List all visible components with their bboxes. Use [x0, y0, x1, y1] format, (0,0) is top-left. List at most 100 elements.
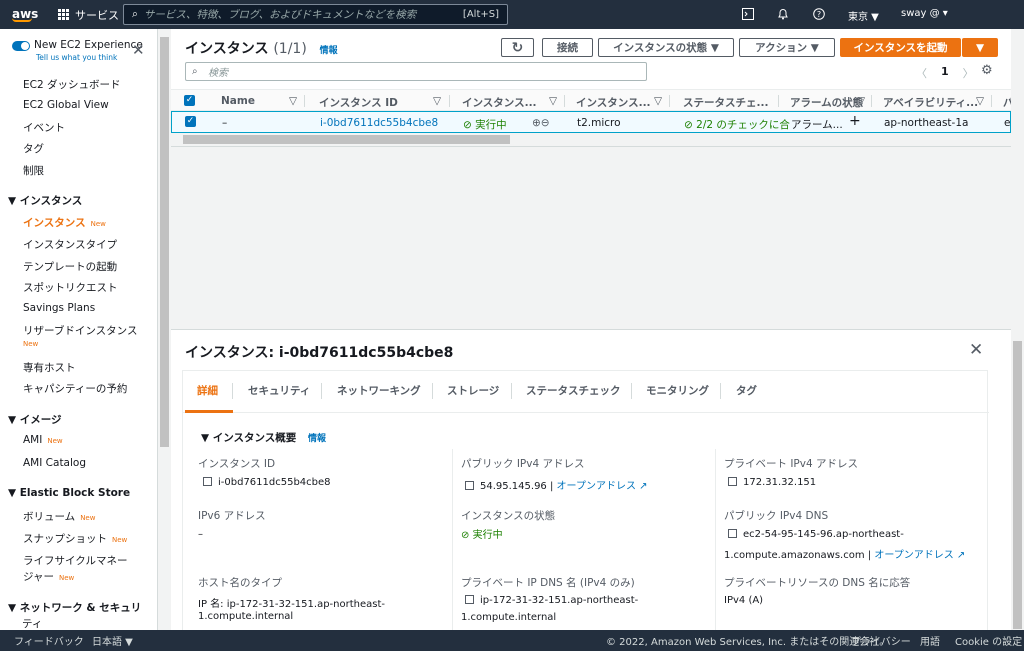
- sidebar-item-snapshots[interactable]: スナップショット New: [23, 531, 127, 546]
- sidebar-item-instances[interactable]: インスタンス New: [23, 215, 106, 230]
- gear-icon[interactable]: ⚙: [981, 63, 993, 78]
- new-experience-toggle[interactable]: [12, 41, 30, 51]
- cell-instance-id[interactable]: i-0bd7611dc55b4cbe8: [320, 117, 438, 129]
- sidebar-item-spot-requests[interactable]: スポットリクエスト: [23, 280, 118, 295]
- feedback-link[interactable]: フィードバック: [14, 633, 84, 648]
- terms-link[interactable]: 用語: [920, 633, 940, 648]
- column-name[interactable]: Name: [221, 95, 255, 107]
- sidebar-item-dashboard[interactable]: EC2 ダッシュボード: [23, 77, 120, 92]
- sidebar-item-tags[interactable]: タグ: [23, 141, 44, 156]
- tab-monitoring[interactable]: モニタリング: [646, 383, 709, 398]
- sidebar-item-instance-types[interactable]: インスタンスタイプ: [23, 237, 117, 252]
- services-menu[interactable]: サービス: [58, 7, 119, 23]
- sort-icon[interactable]: ▽: [976, 95, 984, 107]
- horizontal-scroll-thumb[interactable]: [183, 135, 510, 144]
- actions-button[interactable]: アクション ▼: [739, 38, 835, 57]
- main-scrollbar[interactable]: [1011, 29, 1024, 630]
- row-checkbox[interactable]: ✓: [185, 116, 196, 127]
- sidebar-item-global-view[interactable]: EC2 Global View: [23, 99, 109, 111]
- copy-icon[interactable]: [728, 529, 737, 538]
- instance-state-button[interactable]: インスタンスの状態 ▼: [598, 38, 734, 57]
- column-instance-id[interactable]: インスタンス ID: [319, 95, 398, 110]
- cloudshell-icon[interactable]: [740, 6, 756, 22]
- copy-icon[interactable]: [203, 477, 212, 486]
- add-alarm-icon[interactable]: +: [849, 113, 861, 129]
- select-all-checkbox[interactable]: ✓: [184, 95, 195, 106]
- copy-icon[interactable]: [465, 481, 474, 490]
- help-icon[interactable]: ?: [811, 6, 827, 22]
- external-link-icon[interactable]: ↗: [957, 550, 965, 561]
- launch-instance-button[interactable]: インスタンスを起動: [840, 38, 961, 57]
- info-link[interactable]: 情報: [320, 46, 338, 56]
- sidebar-item-events[interactable]: イベント: [23, 120, 65, 135]
- sidebar-item-ami[interactable]: AMI New: [23, 434, 63, 446]
- zoom-icon[interactable]: ⊕⊖: [532, 117, 550, 129]
- sidebar-section-network-2[interactable]: ティ: [22, 616, 42, 630]
- page-number[interactable]: 1: [941, 65, 949, 81]
- tab-status-checks[interactable]: ステータスチェック: [526, 383, 621, 398]
- info-link[interactable]: 情報: [308, 434, 326, 444]
- column-status-check[interactable]: ステータスチェ...: [683, 95, 768, 110]
- sidebar-item-lifecycle-manager-2[interactable]: ジャー New: [23, 569, 74, 584]
- sidebar-scrollbar[interactable]: [158, 29, 171, 630]
- tab-security[interactable]: セキュリティ: [248, 383, 310, 398]
- sidebar-item-dedicated-hosts[interactable]: 専有ホスト: [23, 360, 76, 375]
- sort-icon[interactable]: ▽: [289, 95, 297, 107]
- external-link-icon[interactable]: ↗: [639, 481, 647, 492]
- column-availability-zone[interactable]: アベイラビリティ...: [883, 95, 978, 110]
- column-alarm-status[interactable]: アラームの状態: [790, 95, 863, 110]
- refresh-button[interactable]: ↻: [501, 38, 534, 57]
- tab-networking[interactable]: ネットワーキング: [337, 383, 421, 398]
- tab-tags[interactable]: タグ: [736, 383, 757, 398]
- sidebar-item-ami-catalog[interactable]: AMI Catalog: [23, 457, 86, 469]
- sidebar-item-savings-plans[interactable]: Savings Plans: [23, 302, 95, 314]
- sidebar-item-capacity-reservations[interactable]: キャパシティーの予約: [23, 381, 127, 396]
- chevron-left-icon[interactable]: 〈: [916, 65, 927, 81]
- new-experience-label: New EC2 Experience: [34, 39, 143, 51]
- sidebar-item-lifecycle-manager[interactable]: ライフサイクルマネー: [23, 553, 127, 568]
- table-row[interactable]: ✓ – i-0bd7611dc55b4cbe8 ⊘ 実行中 ⊕⊖ t2.micr…: [171, 111, 1016, 133]
- column-instance-type[interactable]: インスタンス...: [576, 95, 651, 110]
- global-search-input[interactable]: ⌕ サービス、特徴、ブログ、およびドキュメントなどを検索 [Alt+S]: [123, 4, 508, 25]
- close-icon[interactable]: ✕: [969, 340, 983, 360]
- privacy-link[interactable]: プライバシー: [851, 633, 911, 648]
- cookie-settings-link[interactable]: Cookie の設定: [955, 633, 1022, 648]
- sort-icon[interactable]: ▽: [549, 95, 557, 107]
- private-dns-label: プライベート IP DNS 名 (IPv4 のみ): [461, 577, 635, 589]
- sidebar-item-volumes[interactable]: ボリューム New: [23, 509, 95, 524]
- open-address-link[interactable]: オープンアドレス: [874, 550, 953, 561]
- connect-button[interactable]: 接続: [542, 38, 593, 57]
- instance-summary-heading[interactable]: ▼ インスタンス概要 情報: [201, 430, 326, 445]
- region-selector[interactable]: 東京 ▼: [848, 8, 879, 23]
- open-address-link[interactable]: オープンアドレス: [557, 481, 636, 492]
- account-menu[interactable]: sway @ ▾: [901, 8, 948, 19]
- top-navigation: aws サービス ⌕ サービス、特徴、ブログ、およびドキュメントなどを検索 [A…: [0, 0, 1024, 29]
- sidebar-section-ebs[interactable]: ▼ Elastic Block Store: [8, 487, 130, 499]
- column-instance-state[interactable]: インスタンス...: [462, 95, 537, 110]
- copy-icon[interactable]: [728, 477, 737, 486]
- horizontal-scrollbar[interactable]: [171, 133, 1011, 146]
- sidebar-section-images[interactable]: ▼ イメージ: [8, 412, 62, 427]
- tab-details[interactable]: 詳細: [197, 383, 218, 398]
- sort-icon[interactable]: ▽: [433, 95, 441, 107]
- sidebar-scroll-thumb[interactable]: [160, 37, 169, 447]
- aws-logo[interactable]: aws: [0, 0, 40, 29]
- close-icon[interactable]: ✕: [132, 43, 145, 58]
- launch-dropdown-button[interactable]: ▼: [962, 38, 998, 57]
- sidebar-item-limits[interactable]: 制限: [23, 163, 44, 178]
- feedback-link[interactable]: Tell us what you think: [36, 53, 117, 62]
- sidebar-item-reserved-instances[interactable]: リザーブドインスタンス: [23, 323, 137, 338]
- sort-icon[interactable]: ▽: [857, 95, 865, 107]
- sort-icon[interactable]: ▽: [654, 95, 662, 107]
- instance-search-input[interactable]: ⌕ 検索: [185, 62, 647, 81]
- main-scroll-thumb[interactable]: [1013, 341, 1022, 629]
- tab-separator: [432, 383, 433, 399]
- chevron-right-icon[interactable]: 〉: [963, 65, 974, 81]
- tab-storage[interactable]: ストレージ: [447, 383, 499, 398]
- copy-icon[interactable]: [465, 595, 474, 604]
- sidebar-section-instances[interactable]: ▼ インスタンス: [8, 193, 82, 208]
- bell-icon[interactable]: [775, 6, 791, 22]
- sidebar-item-launch-templates[interactable]: テンプレートの起動: [23, 259, 117, 274]
- sidebar-section-network[interactable]: ▼ ネットワーク & セキュリ: [8, 600, 141, 615]
- language-selector[interactable]: 日本語 ▼: [92, 633, 133, 648]
